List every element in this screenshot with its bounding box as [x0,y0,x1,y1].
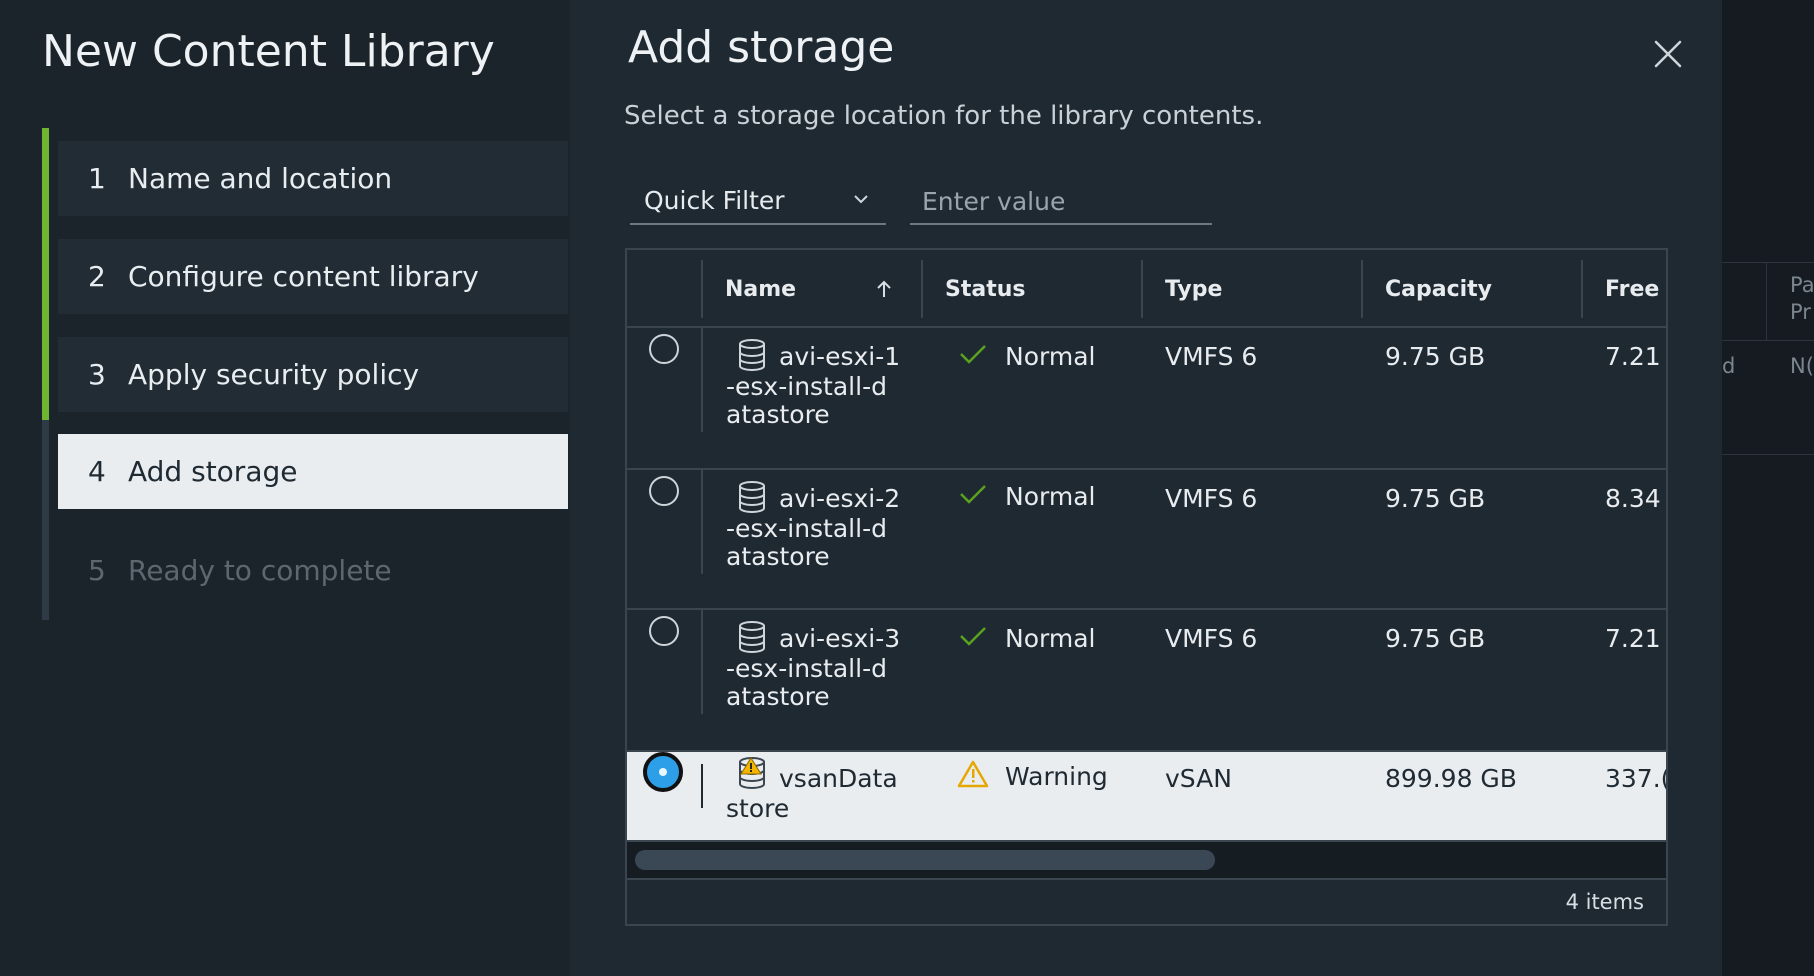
chevron-down-icon [854,195,868,204]
status-text: Normal [1005,342,1096,371]
datastore-icon [739,339,765,371]
step-label: Name and location [128,162,393,195]
table-row-selected[interactable]: vsanData store Warning vSAN 899.98 GB 33… [627,752,1666,842]
background-cell-text: d [1722,354,1736,378]
datastore-name-line: avi-esxi-3 [779,624,901,653]
background-page [1722,0,1814,976]
wizard-title: New Content Library [42,26,495,77]
row-select-radio[interactable] [649,476,679,506]
background-column-separator [1766,262,1767,340]
column-header-capacity[interactable]: Capacity [1361,250,1581,328]
datastore-name-line: atastore [726,400,830,429]
free-cell: 8.34 [1605,484,1661,513]
row-select-radio-checked[interactable] [643,752,683,792]
step-label: Add storage [128,455,298,488]
step-progress-complete [42,128,49,420]
datastore-name-line: -esx-install-d [726,372,887,401]
filter-value-input[interactable] [910,180,1212,225]
grid-footer: 4 items [627,878,1666,924]
check-icon [960,345,986,364]
status-text: Normal [1005,624,1096,653]
status-text: Normal [1005,482,1096,511]
datastore-name-line: avi-esxi-1 [779,342,901,371]
background-header-text: Pa Pr [1790,273,1814,324]
step-number: 5 [88,554,106,587]
wizard-nav: New Content Library 1 Name and location … [0,0,570,976]
close-icon [1654,40,1682,68]
datastore-warning-icon [739,757,765,789]
step-number: 1 [88,162,106,195]
scrollbar-thumb[interactable] [635,850,1215,870]
column-header-status[interactable]: Status [921,250,1141,328]
background-divider [1722,454,1814,455]
datastore-name-line: -esx-install-d [726,514,887,543]
datastore-icon [739,621,765,653]
wizard-step-configure-content-library[interactable]: 2 Configure content library [58,239,568,314]
dialog-title: Add storage [628,22,895,73]
type-cell: VMFS 6 [1165,624,1258,653]
step-label: Configure content library [128,260,479,293]
background-divider [1722,262,1814,263]
type-cell: VMFS 6 [1165,484,1258,513]
row-select-radio[interactable] [649,334,679,364]
background-divider [1722,340,1814,341]
storage-datagrid: Name Status Type Capacity Free avi-esxi-… [625,248,1668,926]
table-row[interactable]: avi-esxi-2 -esx-install-d atastore Norma… [627,470,1666,610]
grid-header: Name Status Type Capacity Free [627,250,1666,328]
step-number: 4 [88,455,106,488]
datastore-name-line: avi-esxi-2 [779,484,901,513]
close-button[interactable] [1650,36,1686,72]
wizard-step-apply-security-policy[interactable]: 3 Apply security policy [58,337,568,412]
sort-ascending-icon [877,280,891,297]
capacity-cell: 899.98 GB [1385,764,1517,793]
capacity-cell: 9.75 GB [1385,624,1486,653]
row-select-radio[interactable] [649,616,679,646]
warning-icon [957,760,989,788]
column-header-free[interactable]: Free [1581,250,1666,328]
item-count: 4 items [1565,890,1644,914]
datastore-name-line: -esx-install-d [726,654,887,683]
step-number: 3 [88,358,106,391]
datastore-name-line: atastore [726,682,830,711]
type-cell: VMFS 6 [1165,342,1258,371]
horizontal-scrollbar[interactable] [627,842,1666,878]
datastore-name-line: vsanData [779,764,898,793]
quick-filter-label: Quick Filter [644,186,785,215]
wizard-step-ready-to-complete: 5 Ready to complete [58,533,568,608]
quick-filter-select[interactable]: Quick Filter [630,180,886,225]
status-text: Warning [1005,762,1108,791]
dialog-content: Add storage Select a storage location fo… [570,0,1722,976]
wizard-step-add-storage[interactable]: 4 Add storage [58,434,568,509]
table-row[interactable]: avi-esxi-3 -esx-install-d atastore Norma… [627,610,1666,752]
check-icon [960,485,986,504]
table-row[interactable]: avi-esxi-1 -esx-install-d atastore Norma… [627,328,1666,470]
type-cell: vSAN [1165,764,1232,793]
column-header-type[interactable]: Type [1141,250,1361,328]
datastore-icon [739,481,765,513]
dialog-subtitle: Select a storage location for the librar… [624,101,1264,131]
column-header-name[interactable]: Name [701,250,921,328]
free-cell: 7.21 ( [1605,342,1666,371]
step-number: 2 [88,260,106,293]
wizard-step-name-and-location[interactable]: 1 Name and location [58,141,568,216]
step-label: Apply security policy [128,358,420,391]
step-label: Ready to complete [128,554,392,587]
free-cell: 337.( [1605,764,1668,793]
datastore-name-line: atastore [726,542,830,571]
datastore-name-line: store [726,794,790,823]
background-cell-text: N( [1790,354,1814,378]
check-icon [960,627,986,646]
capacity-cell: 9.75 GB [1385,342,1486,371]
capacity-cell: 9.75 GB [1385,484,1486,513]
free-cell: 7.21 ( [1605,624,1666,653]
